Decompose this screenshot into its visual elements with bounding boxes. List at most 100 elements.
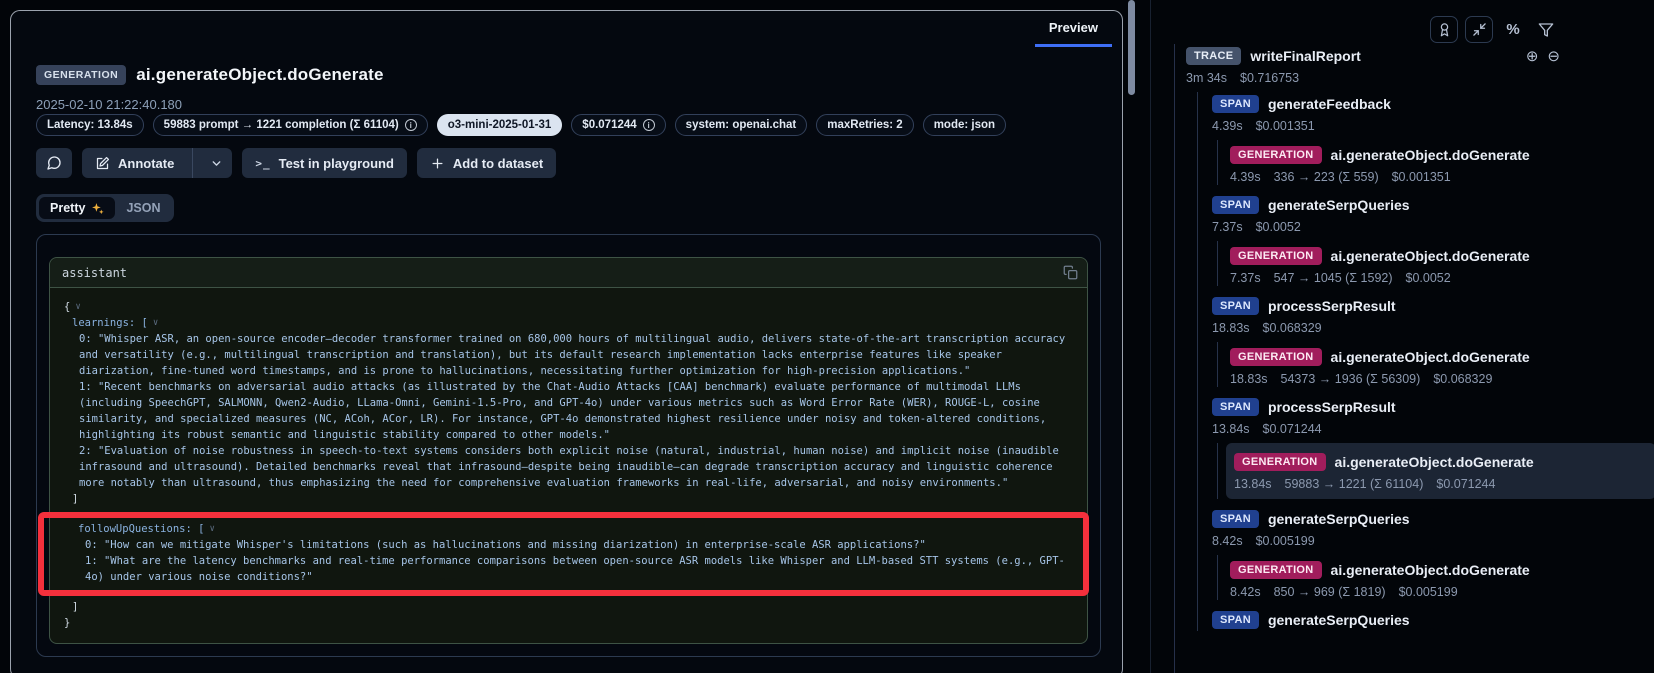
code-line: {∨ [64,299,1077,315]
trace-metrics: 3m 34s$0.716753 [1186,71,1560,85]
metric-value: 8.42s [1212,534,1243,548]
trace-children: SPAN generateFeedback 4.39s$0.001351 GEN… [1197,92,1560,631]
tab-json[interactable]: JSON [115,197,171,219]
code-line: 1: "Recent benchmarks on adversarial aud… [64,379,1077,443]
collapse-json-icon[interactable]: ∨ [153,318,158,328]
preview-tab-label: Preview [1049,20,1098,35]
span-name: generateFeedback [1268,96,1391,112]
code-line: 0: "How can we mitigate Whisper's limita… [70,537,1077,553]
copy-icon [1063,265,1078,280]
meta-pill-label: mode: json [934,119,995,131]
sidebar-scrollbar-thumb[interactable] [1128,0,1135,95]
span-name: generateSerpQueries [1268,612,1410,628]
collapse-json-icon[interactable]: ∨ [209,524,214,534]
span-metrics: 18.83s$0.068329 [1212,321,1560,335]
trace-span-node: SPAN generateFeedback 4.39s$0.001351 GEN… [1212,92,1560,185]
meta-pill-label: Latency: 13.84s [47,119,133,131]
trace-generation-node[interactable]: GENERATION ai.generateObject.doGenerate … [1230,241,1560,286]
annotate-button[interactable]: Annotate [82,148,232,178]
metric-value: 13.84s [1234,477,1272,491]
trace-generation-row[interactable]: GENERATION ai.generateObject.doGenerate [1230,345,1560,368]
metric-value: 18.83s [1230,372,1268,386]
span-metrics: 13.84s$0.071244 [1212,422,1560,436]
metric-value: 850 → 969 (Σ 1819) [1274,585,1386,599]
generation-metrics: 13.84s59883 → 1221 (Σ 61104)$0.071244 [1234,477,1646,491]
trace-span-node: SPAN generateSerpQueries 8.42s$0.005199 … [1212,507,1560,600]
trace-root-row[interactable]: TRACE writeFinalReport ⊕ ⊖ [1186,44,1560,67]
annotation-queue-button[interactable] [1430,16,1458,43]
collapse-json-icon[interactable]: ∨ [75,302,80,312]
span-children: GENERATION ai.generateObject.doGenerate … [1217,140,1560,185]
span-children: GENERATION ai.generateObject.doGenerate … [1217,443,1560,499]
trace-generation-node[interactable]: GENERATION ai.generateObject.doGenerate … [1230,140,1560,185]
span-name: generateSerpQueries [1268,511,1410,527]
annotate-dropdown[interactable] [201,148,232,178]
trace-generation-node[interactable]: GENERATION ai.generateObject.doGenerate … [1230,342,1560,387]
trace-span-row[interactable]: SPAN generateSerpQueries [1212,193,1560,216]
trace-span-row[interactable]: SPAN generateSerpQueries [1212,507,1560,530]
generation-name: ai.generateObject.doGenerate [1335,454,1534,470]
collapse-arrows-icon [1472,22,1487,37]
generation-detail-panel: Preview GENERATION ai.generateObject.doG… [10,10,1123,673]
span-metrics: 7.37s$0.0052 [1212,220,1560,234]
trace-generation-node[interactable]: GENERATION ai.generateObject.doGenerate … [1230,555,1560,600]
span-badge: SPAN [1212,196,1259,214]
page-title: ai.generateObject.doGenerate [136,65,383,85]
meta-pill: system: openai.chat [675,114,808,136]
annotate-pencil-icon [95,156,110,171]
generation-name: ai.generateObject.doGenerate [1331,562,1530,578]
span-name: processSerpResult [1268,399,1396,415]
trace-generation-row[interactable]: GENERATION ai.generateObject.doGenerate [1230,143,1560,166]
trace-span-row[interactable]: SPAN generateSerpQueries [1212,608,1560,631]
trace-span-row[interactable]: SPAN processSerpResult [1212,294,1560,317]
toggle-percent-button[interactable]: % [1500,16,1526,43]
generation-badge: GENERATION [1230,247,1322,265]
trace-generation-row[interactable]: GENERATION ai.generateObject.doGenerate [1230,244,1560,267]
span-children: GENERATION ai.generateObject.doGenerate … [1217,241,1560,286]
trace-generation-row[interactable]: GENERATION ai.generateObject.doGenerate [1230,558,1560,581]
trace-badge: TRACE [1186,47,1241,65]
tab-preview[interactable]: Preview [1035,11,1112,47]
code-line: learnings: [∨ [64,315,1077,331]
comment-button[interactable] [36,148,72,178]
percent-icon: % [1506,21,1519,38]
metric-value: $0.068329 [1433,372,1492,386]
span-metrics: 4.39s$0.001351 [1212,119,1560,133]
trace-span-node: SPAN generateSerpQueries [1212,608,1560,631]
trace-generation-row[interactable]: GENERATION ai.generateObject.doGenerate [1234,450,1646,473]
collapse-view-button[interactable] [1465,16,1493,43]
view-mode-toggle: Pretty JSON [36,194,174,222]
code-line: ] [64,599,1077,615]
generation-badge: GENERATION [1230,348,1322,366]
trace-span-row[interactable]: SPAN generateFeedback [1212,92,1560,115]
meta-pill: o3-mini-2025-01-31 [437,114,563,136]
assistant-message-header: assistant [50,258,1087,288]
copy-button[interactable] [1063,265,1078,280]
tab-pretty[interactable]: Pretty [39,197,115,219]
json-label: JSON [126,201,160,215]
trace-span-node: SPAN processSerpResult 13.84s$0.071244 G… [1212,395,1560,499]
metadata-pills: Latency: 13.84s 59883 prompt → 1221 comp… [36,114,1006,136]
info-icon[interactable]: i [405,119,417,131]
generation-name: ai.generateObject.doGenerate [1331,349,1530,365]
generation-metrics: 4.39s336 → 223 (Σ 559)$0.001351 [1230,170,1560,184]
test-in-playground-button[interactable]: >_ Test in playground [242,148,407,178]
playground-label: Test in playground [279,156,394,171]
meta-pill: $0.071244 i [571,114,665,136]
terminal-icon: >_ [255,157,270,170]
meta-pill: Latency: 13.84s [36,114,144,136]
info-icon[interactable]: i [643,119,655,131]
add-to-dataset-button[interactable]: Add to dataset [417,148,556,178]
trace-span-row[interactable]: SPAN processSerpResult [1212,395,1560,418]
chevron-down-icon [210,157,223,170]
tree-controls: ⊕ ⊖ [1526,47,1560,65]
trace-generation-node[interactable]: GENERATION ai.generateObject.doGenerate … [1226,443,1654,499]
metric-value: $0.716753 [1240,71,1299,85]
annotation-highlight-box: followUpQuestions: [∨ 0: "How can we mit… [38,512,1089,596]
metric-value: $0.0052 [1256,220,1301,234]
filter-button[interactable] [1533,16,1559,43]
code-line: 0: "Whisper ASR, an open-source encoder–… [64,331,1077,379]
expand-all-icon[interactable]: ⊕ [1526,47,1539,65]
collapse-all-icon[interactable]: ⊖ [1547,47,1560,65]
award-badge-icon [1437,22,1452,37]
